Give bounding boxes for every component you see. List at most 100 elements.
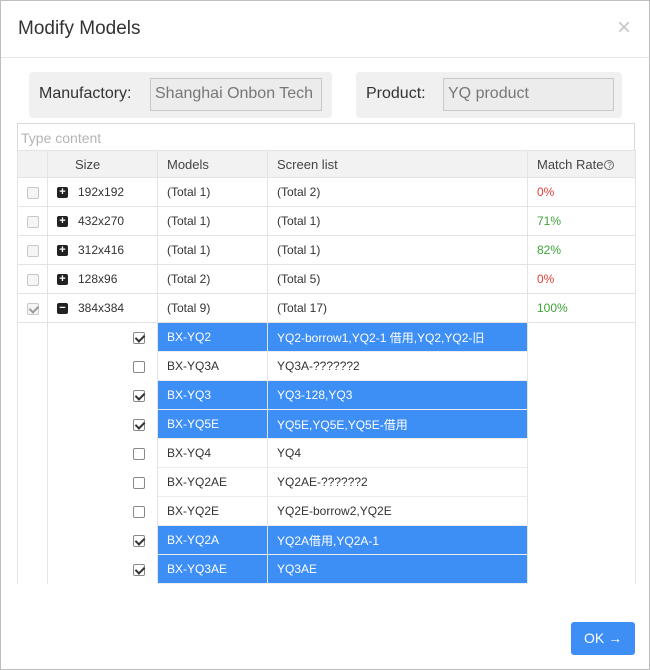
model-rate-cell [527, 380, 636, 410]
model-name-cell[interactable]: BX-YQ2 [157, 322, 268, 352]
model-row[interactable]: BX-YQ2E YQ2E-borrow2,YQ2E [17, 496, 636, 526]
model-checkbox[interactable] [133, 563, 145, 576]
model-checkbox[interactable] [133, 418, 145, 431]
models-cell: (Total 9) [157, 293, 268, 323]
product-label: Product: [366, 85, 426, 102]
row-checkbox[interactable] [27, 302, 39, 315]
header-match-rate: Match Rate? [527, 150, 636, 178]
model-screens-cell[interactable]: YQ2AE-??????2 [267, 467, 528, 497]
model-screens-cell[interactable]: YQ5E,YQ5E,YQ5E-借用 [267, 409, 528, 439]
model-row-spacer [17, 467, 48, 497]
model-name-cell[interactable]: BX-YQ5E [157, 409, 268, 439]
modify-models-dialog: Modify Models × Manufactory: Shanghai On… [0, 0, 650, 670]
model-checkbox-cell [47, 496, 158, 526]
model-rate-cell [527, 496, 636, 526]
model-checkbox[interactable] [133, 360, 145, 373]
model-row[interactable]: BX-YQ3 YQ3-128,YQ3 [17, 380, 636, 410]
screen-list-cell: (Total 1) [267, 206, 528, 236]
size-value: 128x96 [78, 272, 118, 286]
model-row[interactable]: BX-YQ2 YQ2-borrow1,YQ2-1 借用,YQ2,YQ2-旧 [17, 322, 636, 352]
ok-button[interactable]: OK → [571, 622, 635, 655]
row-checkbox-cell [17, 235, 48, 265]
model-screens-cell[interactable]: YQ2E-borrow2,YQ2E [267, 496, 528, 526]
manufactory-input: Shanghai Onbon Tech [150, 78, 322, 111]
expand-icon[interactable]: + [57, 216, 68, 228]
row-checkbox-cell [17, 177, 48, 207]
model-screens-cell[interactable]: YQ2-borrow1,YQ2-1 借用,YQ2,YQ2-旧 [267, 322, 528, 352]
model-row[interactable]: BX-YQ2AE YQ2AE-??????2 [17, 467, 636, 497]
model-checkbox[interactable] [133, 505, 145, 518]
model-rate-cell [527, 322, 636, 352]
model-name-cell[interactable]: BX-YQ2A [157, 525, 268, 555]
table-row[interactable]: +128x96 (Total 2) (Total 5) 0% [17, 264, 636, 294]
expand-icon[interactable]: + [57, 274, 68, 286]
model-name-cell[interactable]: BX-YQ4 [157, 438, 268, 468]
close-icon[interactable]: × [613, 16, 635, 40]
help-icon[interactable]: ? [604, 159, 615, 170]
row-checkbox[interactable] [27, 186, 39, 199]
model-checkbox-cell [47, 409, 158, 439]
row-checkbox[interactable] [27, 215, 39, 228]
model-row-spacer [17, 409, 48, 439]
match-rate-cell: 82% [527, 235, 636, 265]
table-row[interactable]: +312x416 (Total 1) (Total 1) 82% [17, 235, 636, 265]
size-cell: +432x270 [47, 206, 158, 236]
model-row[interactable]: BX-YQ5E YQ5E,YQ5E,YQ5E-借用 [17, 409, 636, 439]
arrow-right-icon: → [608, 630, 623, 646]
model-screens-cell[interactable]: YQ3-128,YQ3 [267, 380, 528, 410]
dialog-title: Modify Models [18, 18, 141, 39]
header-models: Models [157, 150, 268, 178]
model-row-spacer [17, 380, 48, 410]
match-rate-cell: 0% [527, 264, 636, 294]
model-checkbox-cell [47, 525, 158, 555]
model-name-cell[interactable]: BX-YQ2E [157, 496, 268, 526]
row-checkbox-cell [17, 293, 48, 323]
model-row-spacer [17, 554, 48, 584]
model-screens-cell[interactable]: YQ4 [267, 438, 528, 468]
model-rate-cell [527, 409, 636, 439]
model-row[interactable]: BX-YQ4 YQ4 [17, 438, 636, 468]
row-checkbox[interactable] [27, 244, 39, 257]
size-value: 432x270 [78, 214, 125, 228]
size-cell: +312x416 [47, 235, 158, 265]
model-row[interactable]: BX-YQ3AE YQ3AE [17, 554, 636, 584]
collapse-icon[interactable]: − [57, 303, 68, 315]
expand-icon[interactable]: + [57, 245, 68, 257]
screen-list-cell: (Total 17) [267, 293, 528, 323]
model-row[interactable]: BX-YQ3A YQ3A-??????2 [17, 351, 636, 381]
table-row[interactable]: +432x270 (Total 1) (Total 1) 71% [17, 206, 636, 236]
model-name-cell[interactable]: BX-YQ3AE [157, 554, 268, 584]
model-rate-cell [527, 351, 636, 381]
row-checkbox-cell [17, 264, 48, 294]
model-checkbox[interactable] [133, 534, 145, 547]
size-value: 192x192 [78, 185, 125, 199]
search-input[interactable]: Type content [17, 123, 635, 151]
header-divider [1, 57, 649, 58]
model-screens-cell[interactable]: YQ2A借用,YQ2A-1 [267, 525, 528, 555]
model-name-cell[interactable]: BX-YQ3 [157, 380, 268, 410]
model-checkbox[interactable] [133, 447, 145, 460]
model-checkbox[interactable] [133, 389, 145, 402]
table-row[interactable]: −384x384 (Total 9) (Total 17) 100% [17, 293, 636, 323]
model-row-spacer [17, 438, 48, 468]
model-row-spacer [17, 496, 48, 526]
model-screens-cell[interactable]: YQ3AE [267, 554, 528, 584]
model-checkbox[interactable] [133, 476, 145, 489]
model-screens-cell[interactable]: YQ3A-??????2 [267, 351, 528, 381]
model-checkbox[interactable] [133, 332, 145, 345]
model-row[interactable]: BX-YQ2A YQ2A借用,YQ2A-1 [17, 525, 636, 555]
model-rate-cell [527, 438, 636, 468]
product-field: Product: YQ product [356, 72, 622, 118]
table-header-row: Size Models Screen list Match Rate? [17, 150, 636, 178]
expand-icon[interactable]: + [57, 187, 68, 199]
model-name-cell[interactable]: BX-YQ3A [157, 351, 268, 381]
size-value: 312x416 [78, 243, 125, 257]
table-row[interactable]: +192x192 (Total 1) (Total 2) 0% [17, 177, 636, 207]
row-checkbox[interactable] [27, 273, 39, 286]
manufactory-label: Manufactory: [39, 85, 132, 102]
models-cell: (Total 1) [157, 206, 268, 236]
header-checkbox-cell [17, 150, 48, 178]
model-name-cell[interactable]: BX-YQ2AE [157, 467, 268, 497]
screen-list-cell: (Total 1) [267, 235, 528, 265]
header-size: Size [47, 150, 158, 178]
